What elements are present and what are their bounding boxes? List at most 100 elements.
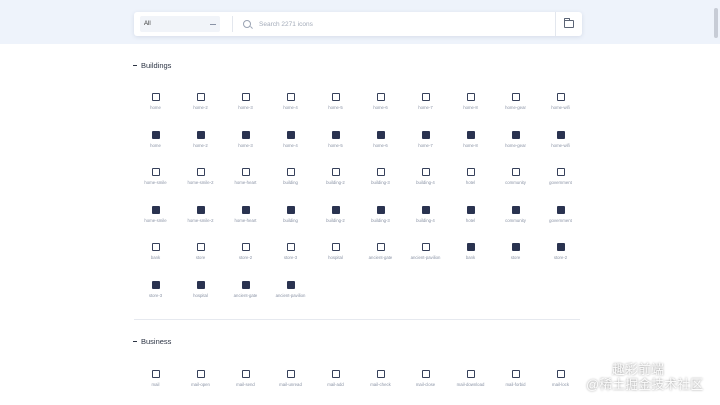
section-title-buildings[interactable]: Buildings	[133, 61, 171, 70]
icon-tile[interactable]: home	[133, 126, 178, 164]
bank-icon	[151, 243, 160, 251]
icon-tile[interactable]: home-8	[448, 88, 493, 126]
icon-tile[interactable]: home-7	[403, 88, 448, 126]
icon-tile[interactable]: home-2	[178, 126, 223, 164]
icon-label: building-4	[416, 217, 435, 223]
icon-tile[interactable]: store	[493, 238, 538, 276]
icon-label: home-smile	[144, 180, 167, 185]
icon-tile[interactable]: mail-send	[223, 365, 268, 403]
icon-tile[interactable]: home-6	[358, 126, 403, 164]
icon-tile[interactable]: government	[538, 163, 583, 201]
icon-tile[interactable]: store-3	[268, 238, 313, 276]
icon-tile[interactable]: home-smile-2	[178, 163, 223, 201]
category-select[interactable]: All	[140, 16, 220, 32]
section-title-business[interactable]: Business	[133, 337, 171, 346]
icon-tile[interactable]: mail-lock	[538, 365, 583, 403]
icon-tile[interactable]: government	[538, 201, 583, 239]
icon-label: ancient-gate	[233, 292, 258, 298]
icon-tile[interactable]: home-gear	[493, 126, 538, 164]
icon-label: home-3	[238, 142, 253, 148]
search-input[interactable]	[259, 20, 509, 28]
icon-tile[interactable]: home	[133, 88, 178, 126]
icon-tile[interactable]: home-heart	[223, 201, 268, 239]
icon-tile[interactable]: home-4	[268, 126, 313, 164]
icon-label: mail-close	[415, 382, 436, 387]
icon-label: home-smile	[144, 217, 167, 223]
icon-tile[interactable]: building-2	[313, 201, 358, 239]
icon-tile[interactable]: store	[178, 238, 223, 276]
home-7-icon	[421, 130, 430, 139]
community-icon	[511, 168, 520, 176]
icon-tile[interactable]: home-7	[403, 126, 448, 164]
icon-tile[interactable]: home-8	[448, 126, 493, 164]
search-box[interactable]	[243, 20, 555, 28]
icon-tile[interactable]: home-wifi	[538, 126, 583, 164]
icon-tile[interactable]: ancient-pavilion	[403, 238, 448, 276]
home-heart-icon	[241, 205, 250, 214]
home-smile-2-icon	[196, 168, 205, 176]
icon-label: store	[510, 255, 521, 260]
icon-label: mail-forbid	[505, 382, 526, 387]
icon-tile[interactable]: home-smile	[133, 201, 178, 239]
icon-tile[interactable]: home-heart	[223, 163, 268, 201]
icon-tile[interactable]: community	[493, 201, 538, 239]
icon-tile[interactable]: building-2	[313, 163, 358, 201]
icon-tile[interactable]: mail-check	[358, 365, 403, 403]
icon-tile[interactable]: mail-download	[448, 365, 493, 403]
icon-tile[interactable]: community	[493, 163, 538, 201]
icon-tile[interactable]: mail-add	[313, 365, 358, 403]
icon-tile[interactable]: store-2	[538, 238, 583, 276]
icon-tile[interactable]: ancient-pavilion	[268, 276, 313, 314]
icon-label: home-wifi	[551, 142, 570, 148]
building-icon	[286, 168, 295, 176]
icon-tile[interactable]: hotel	[448, 201, 493, 239]
section-divider	[134, 319, 580, 320]
home-6-icon	[376, 130, 385, 139]
icon-tile[interactable]: store-3	[133, 276, 178, 314]
icon-label: building-3	[371, 217, 390, 223]
icon-tile[interactable]: building	[268, 163, 313, 201]
icon-tile[interactable]: building-4	[403, 163, 448, 201]
icon-tile[interactable]: building-3	[358, 201, 403, 239]
watermark: 趣彩前端 @稀土掘金技术社区	[586, 362, 703, 392]
icon-tile[interactable]: hospital	[178, 276, 223, 314]
icon-tile[interactable]: home-smile	[133, 163, 178, 201]
home-8-icon	[466, 130, 475, 139]
icon-tile[interactable]: hospital	[313, 238, 358, 276]
icon-tile[interactable]: mail-open	[178, 365, 223, 403]
icon-tile[interactable]: mail	[133, 365, 178, 403]
icon-tile[interactable]: building	[268, 201, 313, 239]
icon-tile[interactable]: home-smile-2	[178, 201, 223, 239]
icon-tile[interactable]: mail-unread	[268, 365, 313, 403]
scrollbar[interactable]	[714, 8, 718, 38]
icon-tile[interactable]: home-6	[358, 88, 403, 126]
icon-label: home	[150, 105, 161, 110]
folder-button[interactable]	[556, 12, 582, 36]
icon-tile[interactable]: home-wifi	[538, 88, 583, 126]
home-gear-icon	[511, 93, 520, 101]
icon-tile[interactable]: bank	[133, 238, 178, 276]
icon-label: store-2	[238, 255, 253, 260]
icon-tile[interactable]: home-5	[313, 126, 358, 164]
icon-tile[interactable]: building-3	[358, 163, 403, 201]
icon-tile[interactable]: home-4	[268, 88, 313, 126]
folder-icon	[564, 18, 574, 28]
home-8-icon	[466, 93, 475, 101]
icon-tile[interactable]: building-4	[403, 201, 448, 239]
icon-tile[interactable]: ancient-gate	[223, 276, 268, 314]
icon-tile[interactable]: ancient-gate	[358, 238, 403, 276]
icon-tile[interactable]: home-gear	[493, 88, 538, 126]
icon-tile[interactable]: mail-forbid	[493, 365, 538, 403]
icon-tile[interactable]: mail-close	[403, 365, 448, 403]
icon-tile[interactable]: home-2	[178, 88, 223, 126]
home-4-icon	[286, 93, 295, 101]
home-5-icon	[331, 130, 340, 139]
icon-tile[interactable]: hotel	[448, 163, 493, 201]
search-icon	[243, 20, 251, 28]
icon-tile[interactable]: home-5	[313, 88, 358, 126]
icon-tile[interactable]: home-3	[223, 88, 268, 126]
ancient-gate-icon	[376, 243, 385, 251]
icon-tile[interactable]: store-2	[223, 238, 268, 276]
icon-tile[interactable]: bank	[448, 238, 493, 276]
icon-tile[interactable]: home-3	[223, 126, 268, 164]
